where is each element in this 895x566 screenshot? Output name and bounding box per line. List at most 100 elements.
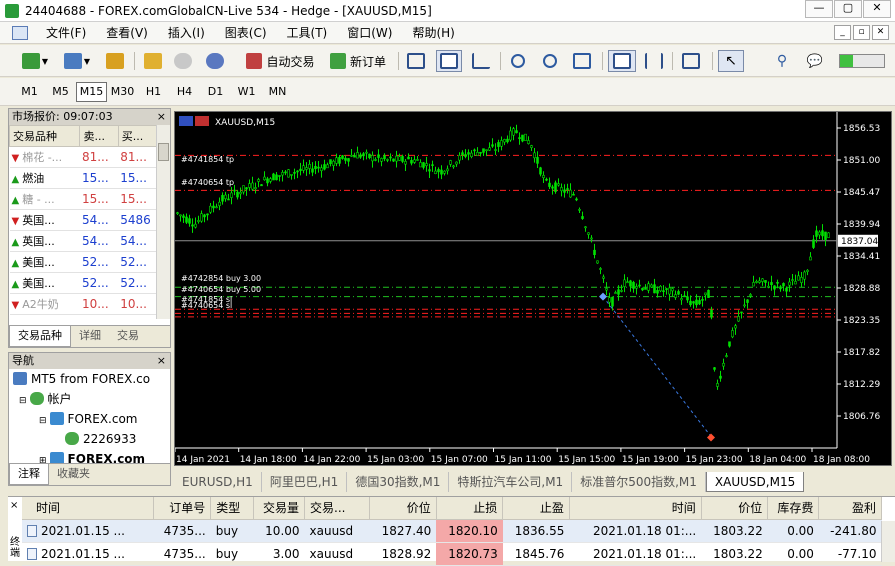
tf-m30[interactable]: M30 — [107, 82, 138, 102]
orders-col-3[interactable]: 交易量 — [253, 497, 306, 520]
tab-details[interactable]: 详细 — [71, 326, 109, 347]
chart-tab-dax[interactable]: 德国30指数,M1 — [347, 472, 450, 492]
tab-symbols[interactable]: 交易品种 — [9, 326, 71, 347]
col-symbol[interactable]: 交易品种 — [8, 125, 81, 147]
orders-col-6[interactable]: 止损 — [436, 497, 504, 520]
market-watch-row[interactable]: ▼ 棉花 -... 81... 81... — [9, 146, 157, 168]
orders-col-2[interactable]: 类型 — [210, 497, 254, 520]
auto-scroll-button[interactable] — [608, 50, 636, 72]
candle-body — [797, 275, 800, 281]
collapse-icon[interactable]: ⊟ — [39, 416, 47, 426]
market-watch-scrollbar[interactable] — [156, 125, 170, 319]
orders-col-7[interactable]: 止盈 — [502, 497, 570, 520]
trade-open-marker[interactable] — [599, 292, 607, 301]
order-row[interactable]: 2021.01.15 ... 4735... buy 10.00 xauusd 1827.… — [22, 519, 882, 543]
terminal-scrollbar[interactable] — [881, 521, 895, 562]
chart-close-button[interactable]: ✕ — [872, 25, 889, 40]
tree-account-number[interactable]: 2226933 — [9, 429, 170, 449]
autotrading-button[interactable]: 自动交易 — [243, 50, 318, 72]
menu-window[interactable]: 窗口(W) — [337, 24, 402, 41]
new-order-button[interactable]: 新订单 — [326, 50, 390, 72]
tree-accounts[interactable]: ⊟ 帐户 — [9, 389, 170, 409]
col-ask[interactable]: 买... — [117, 125, 158, 147]
tile-windows-button[interactable] — [570, 50, 594, 72]
menu-help[interactable]: 帮助(H) — [402, 24, 464, 41]
orders-col-11[interactable]: 盈利 — [818, 497, 882, 520]
candle-body — [812, 239, 815, 248]
chart-tab-xauusd[interactable]: XAUUSD,M15 — [705, 472, 805, 492]
orders-col-8[interactable]: 时间 — [569, 497, 702, 520]
chart-restore-button[interactable]: ▫ — [853, 25, 870, 40]
tf-m1[interactable]: M1 — [14, 82, 45, 102]
search-button[interactable]: ⚲ — [770, 50, 794, 72]
chart-tab-eurusd[interactable]: EURUSD,H1 — [174, 472, 262, 492]
candle-body — [440, 169, 443, 175]
chart-tab-sp500[interactable]: 标准普尔500指数,M1 — [572, 472, 706, 492]
chart-minimize-button[interactable]: _ — [834, 25, 851, 40]
menu-view[interactable]: 查看(V) — [96, 24, 158, 41]
market-watch-row[interactable]: ▲ 糖 - ... 15... 15... — [9, 188, 157, 210]
tree-broker[interactable]: ⊟ FOREX.com — [9, 409, 170, 429]
market-watch-row[interactable]: ▲ 燃油 15... 15... — [9, 167, 157, 189]
signals-button[interactable] — [204, 50, 226, 72]
cursor-button[interactable]: ↖ — [718, 50, 744, 72]
terminal-button[interactable] — [172, 50, 194, 72]
candle-body — [209, 205, 212, 213]
collapse-icon[interactable]: ⊟ — [19, 396, 27, 406]
new-chart-button[interactable]: ▼ — [18, 50, 52, 72]
menu-insert[interactable]: 插入(I) — [158, 24, 215, 41]
market-watch-button[interactable] — [104, 50, 126, 72]
indicators-button[interactable] — [678, 50, 704, 72]
maximize-button[interactable]: ▢ — [834, 0, 862, 18]
close-icon[interactable]: × — [157, 109, 166, 125]
menu-tools[interactable]: 工具(T) — [277, 24, 338, 41]
line-chart-button[interactable] — [468, 50, 494, 72]
order-row[interactable]: 2021.01.15 ... 4735... buy 3.00 xauusd 1828.9… — [22, 542, 882, 566]
chart-canvas[interactable]: 1856.53 1851.00 1845.47 1839.94 1834.41 1828.… — [175, 112, 893, 467]
chart-shift-button[interactable] — [642, 50, 666, 72]
market-watch-row[interactable]: ▲ 美国... 52... 52... — [9, 272, 157, 294]
zoom-out-button[interactable] — [538, 50, 562, 72]
tab-favorites[interactable]: 收藏夹 — [49, 464, 98, 485]
chart-tab-alibaba[interactable]: 阿里巴巴,H1 — [262, 472, 348, 492]
tf-m15[interactable]: M15 — [76, 81, 107, 102]
bar-chart-button[interactable] — [404, 50, 428, 72]
close-icon[interactable]: × — [10, 500, 18, 511]
price-chart[interactable]: 1856.53 1851.00 1845.47 1839.94 1834.41 1828.… — [174, 111, 892, 466]
profiles-button[interactable]: ▼ — [60, 50, 94, 72]
tf-h1[interactable]: H1 — [138, 82, 169, 102]
orders-col-5[interactable]: 价位 — [369, 497, 437, 520]
close-icon[interactable]: × — [157, 353, 166, 369]
menu-file[interactable]: 文件(F) — [36, 24, 96, 41]
zoom-in-button[interactable] — [506, 50, 530, 72]
tf-mn[interactable]: MN — [262, 82, 293, 102]
market-watch-row[interactable]: ▲ 英国... 54... 54... — [9, 230, 157, 252]
tab-common[interactable]: 注释 — [9, 464, 49, 485]
orders-col-4[interactable]: 交易... — [304, 497, 371, 520]
chat-button[interactable]: 💬 — [802, 50, 828, 72]
orders-col-10[interactable]: 库存费 — [767, 497, 820, 520]
navigator-header: 导航 × — [9, 353, 170, 369]
trade-close-marker[interactable] — [707, 433, 715, 442]
market-watch-row[interactable]: ▼ A2牛奶 10... 10... — [9, 293, 157, 315]
tab-trading[interactable]: 交易 — [109, 326, 147, 347]
orders-col-0[interactable]: 时间 — [22, 497, 154, 520]
orders-col-1[interactable]: 订单号 — [153, 497, 212, 520]
tf-h4[interactable]: H4 — [169, 82, 200, 102]
time-tick-label: 15 Jan 15:00 — [558, 455, 615, 465]
market-watch-row[interactable]: ▼ 英国... 54... 5486 — [9, 209, 157, 231]
col-bid[interactable]: 卖... — [79, 125, 119, 147]
market-watch-row[interactable]: ▲ 美国... 52... 52... — [9, 251, 157, 273]
candlestick-button[interactable] — [436, 50, 462, 72]
chart-tab-tesla[interactable]: 特斯拉汽车公司,M1 — [449, 472, 573, 492]
chart-window-icon[interactable] — [12, 25, 28, 40]
tf-d1[interactable]: D1 — [200, 82, 231, 102]
close-button[interactable]: ✕ — [863, 0, 891, 18]
navigator-button[interactable] — [142, 50, 164, 72]
menu-charts[interactable]: 图表(C) — [215, 24, 277, 41]
orders-col-9[interactable]: 价位 — [701, 497, 769, 520]
tf-w1[interactable]: W1 — [231, 82, 262, 102]
tree-root[interactable]: MT5 from FOREX.co — [9, 369, 170, 389]
tf-m5[interactable]: M5 — [45, 82, 76, 102]
minimize-button[interactable]: — — [805, 0, 833, 18]
